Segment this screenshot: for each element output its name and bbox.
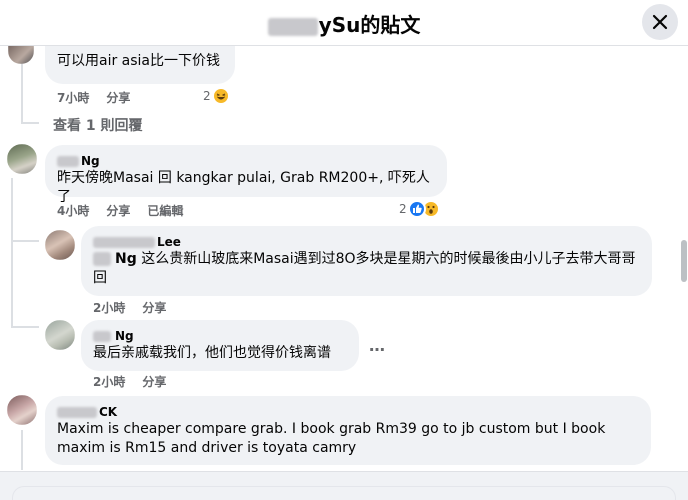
like-icon: [407, 200, 426, 218]
comment-actions: 2小時 分享: [93, 373, 183, 390]
comment-input[interactable]: [12, 486, 676, 500]
reaction-summary[interactable]: 2: [399, 200, 440, 218]
view-replies-link[interactable]: 查看 1 則回覆: [53, 115, 143, 135]
comment-author[interactable]: Ng: [93, 328, 347, 344]
reaction-summary[interactable]: 2: [203, 87, 230, 105]
comment-text: Ng 这么贵新山玻底来Masai遇到过8O多块是星期六的时候最後由小儿子去带大哥…: [93, 251, 636, 286]
edited-label[interactable]: 已編輯: [147, 202, 183, 219]
comment-bubble: CK Maxim is cheaper compare grab. I book…: [45, 396, 651, 465]
comment-time[interactable]: 4小時: [57, 202, 89, 219]
post-title-suffix: Su的貼文: [331, 13, 421, 37]
post-title-prefix: y: [318, 13, 332, 37]
haha-emoji-icon: [211, 87, 230, 105]
comment-actions: 2小時 分享: [93, 299, 183, 316]
post-title: ySu的貼文: [0, 9, 688, 38]
thread-line: [11, 178, 13, 326]
comment-text: 可以用air asia比一下价钱: [57, 53, 221, 69]
comment-text: Maxim is cheaper compare grab. I book gr…: [57, 421, 606, 456]
comment-author[interactable]: Lee: [93, 234, 640, 250]
thread-line: [11, 240, 39, 242]
close-icon: [652, 14, 668, 30]
thread-line: [11, 326, 39, 328]
share-button[interactable]: 分享: [142, 299, 166, 316]
comment-bubble: Ng 昨天傍晚Masai 回 kangkar pulai, Grab RM200…: [45, 145, 447, 205]
avatar[interactable]: [45, 230, 75, 260]
comment-author[interactable]: Ng: [57, 153, 435, 169]
thread-line: [21, 122, 39, 124]
more-options-button[interactable]: …: [369, 336, 386, 355]
share-button[interactable]: 分享: [106, 202, 130, 219]
avatar[interactable]: [45, 320, 75, 350]
thread-line: [21, 430, 23, 470]
comment-text: 最后亲戚载我们，他们也觉得价钱离谱: [93, 345, 331, 361]
reaction-count: 2: [399, 202, 407, 216]
share-button[interactable]: 分享: [142, 373, 166, 390]
reaction-count: 2: [203, 89, 211, 103]
scrollbar-thumb[interactable]: [681, 240, 687, 282]
reply-bubble: Ng 最后亲戚载我们，他们也觉得价钱离谱: [81, 320, 359, 371]
comment-bubble: 可以用air asia比一下价钱: [45, 44, 235, 84]
comment-author[interactable]: CK: [57, 404, 639, 420]
reply-bubble: Lee Ng 这么贵新山玻底来Masai遇到过8O多块是星期六的时候最後由小儿子…: [81, 226, 652, 296]
avatar[interactable]: [7, 395, 37, 425]
comment-time[interactable]: 7小時: [57, 89, 89, 106]
post-header: ySu的貼文: [0, 0, 688, 46]
comment-time[interactable]: 2小時: [93, 373, 125, 390]
redacted-name: [267, 17, 318, 36]
comment-time[interactable]: 2小時: [93, 299, 125, 316]
comment-actions: 7小時 分享: [57, 89, 147, 106]
share-button[interactable]: 分享: [106, 89, 130, 106]
mention-link[interactable]: Ng: [115, 251, 137, 267]
avatar[interactable]: [7, 144, 37, 174]
comment-actions: 4小時 分享 已編輯: [57, 202, 200, 219]
close-button[interactable]: [642, 4, 678, 40]
